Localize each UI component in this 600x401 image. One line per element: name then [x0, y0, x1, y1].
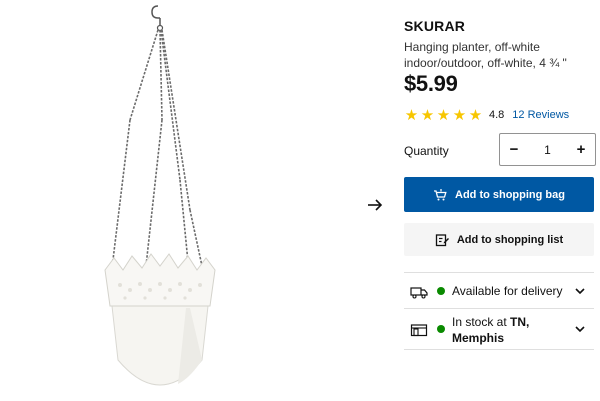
- delivery-status-text: Available for delivery: [452, 284, 563, 298]
- delivery-availability-row[interactable]: Available for delivery: [404, 272, 594, 308]
- add-to-bag-label: Add to shopping bag: [455, 188, 565, 201]
- rating-value: 4.8: [489, 109, 505, 121]
- truck-icon: [410, 287, 428, 299]
- stock-status-text: In stock at TN, Memphis: [452, 314, 570, 346]
- decrease-quantity-button[interactable]: −: [500, 134, 528, 165]
- product-name: SKURAR: [404, 18, 466, 34]
- arrow-right-icon[interactable]: [366, 196, 384, 214]
- star-icon: ★: [420, 106, 435, 124]
- status-dot: [437, 325, 445, 333]
- star-icon: ★: [468, 106, 483, 124]
- add-to-bag-button[interactable]: Add to shopping bag: [404, 177, 594, 212]
- star-rating: ★ ★ ★ ★ ★: [404, 108, 484, 123]
- add-to-list-button[interactable]: Add to shopping list: [404, 223, 594, 256]
- chevron-down-icon[interactable]: [574, 323, 586, 335]
- star-icon: ★: [436, 106, 451, 124]
- add-to-list-label: Add to shopping list: [456, 233, 564, 246]
- quantity-label: Quantity: [404, 144, 449, 158]
- cart-icon: [434, 188, 447, 200]
- edit-list-icon: [435, 233, 449, 246]
- stock-prefix: In stock at: [452, 315, 511, 329]
- store-stock-row[interactable]: In stock at TN, Memphis: [404, 308, 594, 350]
- star-icon: ★: [404, 106, 419, 124]
- product-details: SKURAR Hanging planter, off-white indoor…: [404, 0, 596, 401]
- status-dot: [437, 287, 445, 295]
- quantity-stepper: − 1 +: [499, 133, 596, 166]
- star-icon: ★: [452, 106, 467, 124]
- product-image: [104, 5, 216, 386]
- product-price: $5.99: [404, 71, 458, 96]
- rating-row: ★ ★ ★ ★ ★ 4.8 12 Reviews: [404, 107, 569, 123]
- product-description: Hanging planter, off-white indoor/outdoo…: [404, 40, 567, 70]
- quantity-input[interactable]: 1: [528, 143, 567, 157]
- increase-quantity-button[interactable]: +: [567, 134, 595, 165]
- chevron-down-icon[interactable]: [574, 285, 586, 297]
- reviews-link[interactable]: 12 Reviews: [512, 109, 569, 121]
- store-icon: [410, 324, 428, 337]
